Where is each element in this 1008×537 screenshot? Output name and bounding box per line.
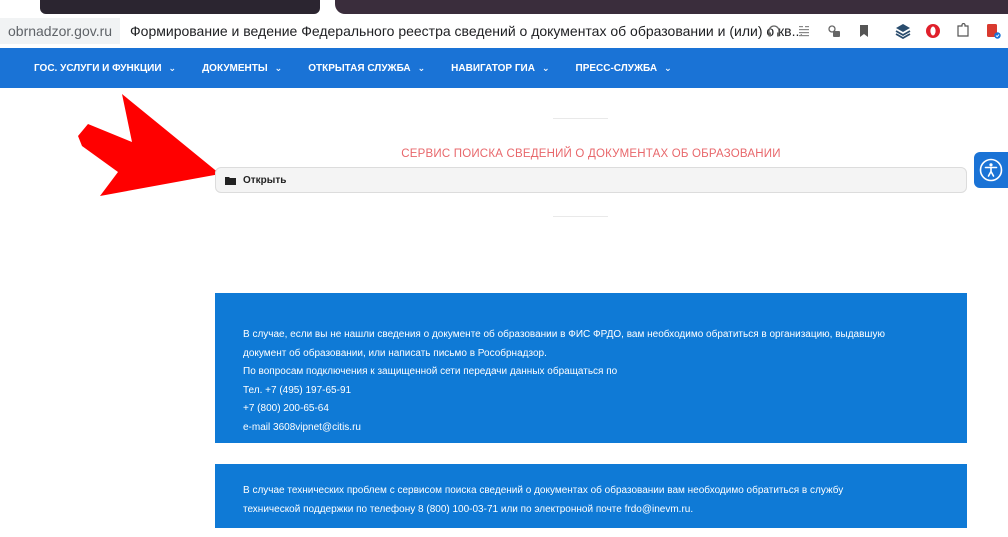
- chevron-down-icon: ⌄: [274, 62, 283, 73]
- nav-item-label: ГОС. УСЛУГИ И ФУНКЦИИ: [34, 62, 162, 74]
- nav-item-label: ДОКУМЕНТЫ: [202, 62, 268, 74]
- folder-icon: [225, 176, 236, 185]
- url-field[interactable]: obrnadzor.gov.ru: [0, 18, 121, 44]
- nav-item-gia-navigator[interactable]: НАВИГАТОР ГИА ⌄: [451, 63, 549, 74]
- browser-tab-strip: [0, 0, 1008, 14]
- info-box-no-data: В случае, если вы не нашли сведения о до…: [215, 293, 967, 443]
- puzzle-icon[interactable]: [955, 23, 971, 39]
- pdf-icon[interactable]: [985, 23, 1001, 39]
- phone-text: Тел. +7 (495) 197-65-91: [243, 384, 352, 396]
- browser-toolbar: [759, 14, 1008, 48]
- page-title: Формирование и ведение Федерального реес…: [130, 23, 804, 39]
- open-accordion[interactable]: Открыть: [215, 167, 967, 193]
- red-arrow-annotation: [78, 94, 220, 196]
- chevron-down-icon: ⌄: [541, 62, 550, 73]
- info-text: В случае, если вы не нашли сведения о до…: [243, 329, 885, 340]
- info-text: технической поддержки по телефону 8 (800…: [243, 503, 694, 515]
- service-title: СЕРВИС ПОИСКА СВЕДЕНИЙ О ДОКУМЕНТАХ ОБ О…: [401, 148, 781, 160]
- nav-item-documents[interactable]: ДОКУМЕНТЫ ⌄: [202, 63, 282, 74]
- accessibility-button[interactable]: [974, 152, 1008, 188]
- open-label: Открыть: [243, 174, 287, 186]
- info-box-support: В случае технических проблем с сервисом …: [215, 464, 967, 528]
- chevron-down-icon: ⌄: [168, 62, 177, 73]
- headphones-icon[interactable]: [766, 23, 782, 39]
- divider: [553, 216, 608, 217]
- opera-icon[interactable]: [925, 23, 941, 39]
- nav-item-open-service[interactable]: ОТКРЫТАЯ СЛУЖБА ⌄: [308, 63, 425, 74]
- chevron-down-icon: ⌄: [417, 62, 426, 73]
- divider: [553, 118, 608, 119]
- browser-tab[interactable]: [40, 0, 320, 14]
- nav-item-press[interactable]: ПРЕСС-СЛУЖБА ⌄: [576, 63, 672, 74]
- layers-icon[interactable]: [895, 23, 911, 39]
- extension-icon[interactable]: [826, 23, 842, 39]
- url-text: obrnadzor.gov.ru: [8, 23, 113, 39]
- email-text: e-mail 3608vipnet@citis.ru: [243, 421, 361, 433]
- nav-item-label: ПРЕСС-СЛУЖБА: [575, 62, 658, 74]
- site-nav: ГОС. УСЛУГИ И ФУНКЦИИ ⌄ ДОКУМЕНТЫ ⌄ ОТКРЫТ…: [0, 48, 1008, 88]
- info-text: В случае технических проблем с сервисом …: [243, 485, 844, 496]
- bookmark-icon[interactable]: [856, 23, 872, 39]
- browser-tab-active[interactable]: [335, 0, 1008, 14]
- accessibility-icon: [979, 158, 1003, 182]
- info-text: документ об образовании, или написать пи…: [243, 347, 547, 359]
- phone-text: +7 (800) 200-65-64: [243, 403, 329, 414]
- nav-item-label: НАВИГАТОР ГИА: [451, 62, 535, 74]
- address-bar: obrnadzor.gov.ru Формирование и ведение …: [0, 14, 1008, 49]
- info-text: По вопросам подключения к защищенной сет…: [243, 366, 618, 377]
- chevron-down-icon: ⌄: [664, 62, 672, 73]
- nav-item-gos-uslugi[interactable]: ГОС. УСЛУГИ И ФУНКЦИИ ⌄: [34, 63, 176, 74]
- reader-icon[interactable]: [796, 23, 812, 39]
- nav-item-label: ОТКРЫТАЯ СЛУЖБА: [308, 62, 411, 74]
